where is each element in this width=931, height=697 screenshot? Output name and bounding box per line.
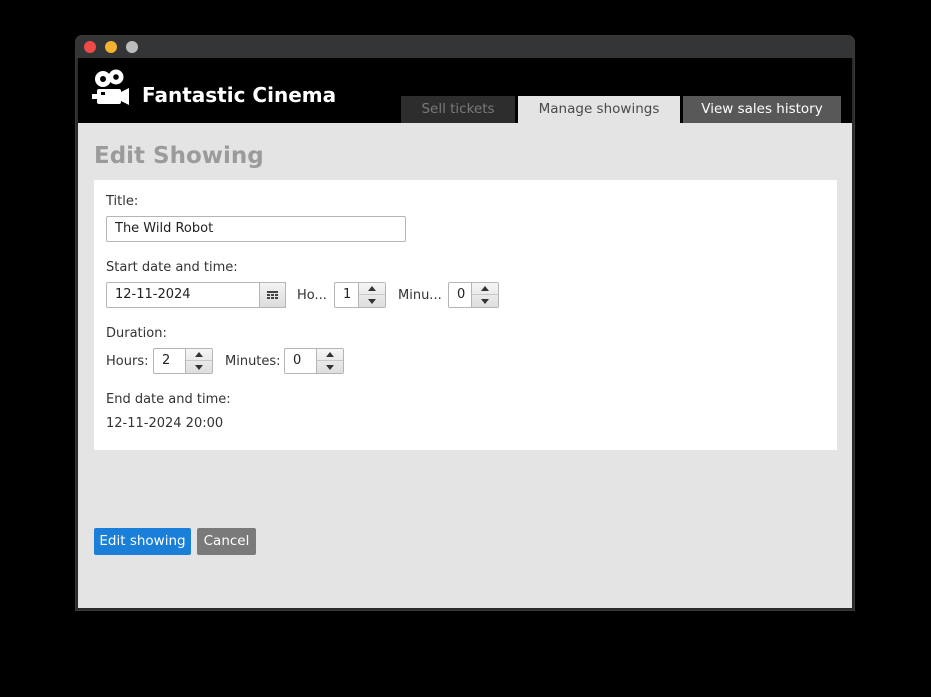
start-hours-label: Ho... xyxy=(297,288,327,303)
cancel-button[interactable]: Cancel xyxy=(197,528,256,555)
start-minutes-value: 0 xyxy=(457,287,466,302)
chevron-up-icon xyxy=(195,352,203,357)
duration-minutes-decrement-button[interactable] xyxy=(317,361,343,373)
title-bar xyxy=(76,36,854,58)
end-date-time-value: 12-11-2024 20:00 xyxy=(106,416,224,431)
film-projector-icon xyxy=(92,68,132,112)
title-input-value: The Wild Robot xyxy=(115,221,214,236)
chevron-up-icon xyxy=(326,352,334,357)
title-label: Title: xyxy=(106,194,139,209)
start-date-value: 12-11-2024 xyxy=(115,287,191,302)
duration-minutes-stepper[interactable]: 0 xyxy=(284,348,344,374)
chevron-down-icon xyxy=(481,298,489,304)
tab-sell-tickets[interactable]: Sell tickets xyxy=(401,96,515,123)
start-minutes-stepper[interactable]: 0 xyxy=(448,282,499,308)
tab-label: Sell tickets xyxy=(421,101,495,117)
tab-view-sales-history[interactable]: View sales history xyxy=(683,96,841,123)
duration-hours-value: 2 xyxy=(162,353,171,368)
duration-label: Duration: xyxy=(106,326,167,341)
duration-minutes-increment-button[interactable] xyxy=(317,349,343,361)
chevron-up-icon xyxy=(481,286,489,291)
start-hours-increment-button[interactable] xyxy=(359,283,385,295)
duration-hours-increment-button[interactable] xyxy=(186,349,212,361)
minimize-window-button[interactable] xyxy=(105,41,117,53)
close-window-button[interactable] xyxy=(84,41,96,53)
start-hours-stepper[interactable]: 1 xyxy=(334,282,386,308)
duration-hours-decrement-button[interactable] xyxy=(186,361,212,373)
chevron-down-icon xyxy=(368,298,376,304)
start-minutes-label: Minu... xyxy=(398,288,442,303)
date-picker-button[interactable] xyxy=(259,282,286,308)
app-header: Fantastic Cinema Sell tickets Manage sho… xyxy=(78,58,852,123)
duration-hours-label: Hours: xyxy=(106,354,149,369)
chevron-up-icon xyxy=(368,286,376,291)
maximize-window-button[interactable] xyxy=(126,41,138,53)
edit-showing-form: Title: The Wild Robot Start date and tim… xyxy=(94,180,837,450)
tab-label: View sales history xyxy=(701,101,823,117)
duration-minutes-label: Minutes: xyxy=(225,354,281,369)
app-window: Fantastic Cinema Sell tickets Manage sho… xyxy=(76,36,854,610)
page-title: Edit Showing xyxy=(94,143,264,169)
chevron-down-icon xyxy=(195,364,203,370)
start-date-input[interactable]: 12-11-2024 xyxy=(106,282,260,308)
app-title: Fantastic Cinema xyxy=(142,83,337,107)
start-minutes-increment-button[interactable] xyxy=(472,283,498,295)
end-date-time-label: End date and time: xyxy=(106,392,231,407)
tab-manage-showings[interactable]: Manage showings xyxy=(518,96,680,123)
start-hours-value: 1 xyxy=(343,287,352,302)
chevron-down-icon xyxy=(326,364,334,370)
start-date-time-label: Start date and time: xyxy=(106,260,238,275)
start-minutes-decrement-button[interactable] xyxy=(472,295,498,307)
edit-showing-button[interactable]: Edit showing xyxy=(94,528,191,555)
calendar-icon xyxy=(267,286,278,305)
title-input[interactable]: The Wild Robot xyxy=(106,216,406,242)
duration-hours-stepper[interactable]: 2 xyxy=(153,348,213,374)
main-content: Edit Showing Title: The Wild Robot Start… xyxy=(78,123,852,608)
tab-label: Manage showings xyxy=(538,101,660,117)
start-hours-decrement-button[interactable] xyxy=(359,295,385,307)
duration-minutes-value: 0 xyxy=(293,353,302,368)
